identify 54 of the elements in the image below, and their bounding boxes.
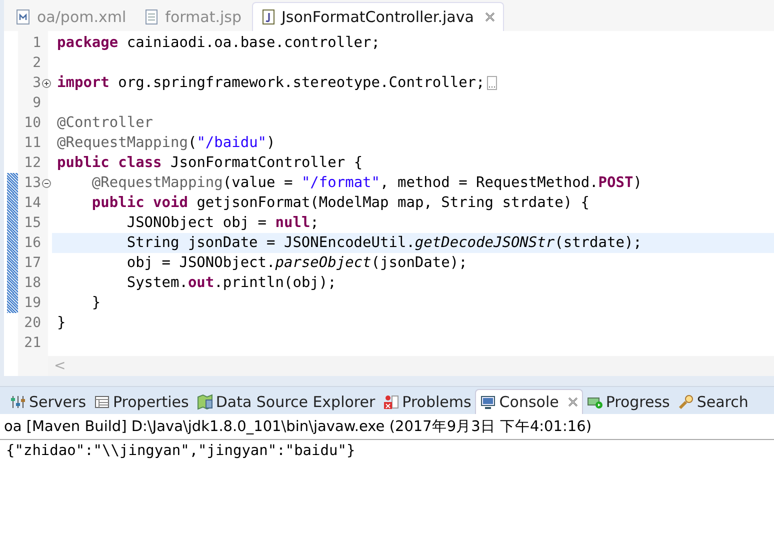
close-icon[interactable] xyxy=(568,397,578,407)
code-line: import org.springframework.stereotype.Controller; xyxy=(57,75,485,91)
line-number: 16 xyxy=(23,235,41,251)
code-line: } xyxy=(90,295,101,311)
editor-tab[interactable]: JsonFormatController.java xyxy=(252,2,504,31)
code-line: package cainiaodi.oa.base.controller; xyxy=(57,35,380,51)
line-number: 19 xyxy=(23,295,41,311)
close-icon[interactable] xyxy=(484,12,495,22)
line-number: 17 xyxy=(23,255,41,271)
line-number: 12 xyxy=(23,155,41,171)
line-number: 15 xyxy=(23,215,41,231)
view-tab[interactable]: Search xyxy=(674,390,752,414)
console-title: oa [Maven Build] D:\Java\jdk1.8.0_101\bin\javaw.exe (2017年9月3日 下午4:01:16) xyxy=(0,414,774,440)
table-icon xyxy=(94,394,110,410)
line-number: 18 xyxy=(23,275,41,291)
map-icon xyxy=(196,394,213,410)
maven-file-icon xyxy=(16,9,32,25)
line-number: 11 xyxy=(23,135,41,151)
error-list-icon xyxy=(383,394,400,410)
view-tab[interactable]: Servers xyxy=(6,390,90,414)
java-file-icon xyxy=(260,9,276,25)
code-line: JSONObject obj = null; xyxy=(126,215,319,231)
code-line: System.out.println(obj); xyxy=(126,275,336,291)
view-tab[interactable]: Progress xyxy=(582,390,674,414)
line-number: 1 xyxy=(32,35,41,51)
line-number: 3 xyxy=(32,75,41,91)
code-line: String jsonDate = JSONEncodeUtil.getDecodeJSONStr(strdate); xyxy=(126,235,642,251)
line-number: 10 xyxy=(23,115,41,131)
code-line: @RequestMapping("/baidu") xyxy=(57,135,276,151)
code-line: public class JsonFormatController { xyxy=(57,155,363,171)
expand-icon[interactable] xyxy=(42,78,51,88)
monitor-icon xyxy=(480,394,496,410)
ellipsis-icon xyxy=(486,76,497,90)
view-tab[interactable]: Data Source Explorer xyxy=(192,390,380,414)
line-number: 20 xyxy=(23,315,41,331)
console-output: {"zhidao":"\\jingyan","jingyan":"baidu"} xyxy=(5,442,356,461)
line-number: 9 xyxy=(32,95,41,111)
line-number: 13 xyxy=(23,175,41,191)
line-number: 2 xyxy=(32,55,41,71)
view-tab[interactable]: Problems xyxy=(379,390,476,414)
sliders-icon xyxy=(10,394,26,410)
search-icon xyxy=(678,394,694,410)
code-editor[interactable] xyxy=(4,31,774,376)
line-number: 14 xyxy=(23,195,41,211)
line-number: 21 xyxy=(23,335,41,351)
view-tab[interactable]: Properties xyxy=(90,390,193,414)
collapse-icon[interactable] xyxy=(42,178,51,188)
code-line: obj = JSONObject.parseObject(jsonDate); xyxy=(126,255,468,271)
code-line: @Controller xyxy=(57,115,154,131)
code-line: } xyxy=(57,315,66,331)
view-tab[interactable]: Console xyxy=(475,389,583,414)
code-line: @RequestMapping(value = "/format", method = RequestMethod.POST) xyxy=(90,175,642,191)
document-icon xyxy=(144,9,160,25)
code-line: public void getjsonFormat(ModelMap map, String strdate) { xyxy=(90,195,590,211)
